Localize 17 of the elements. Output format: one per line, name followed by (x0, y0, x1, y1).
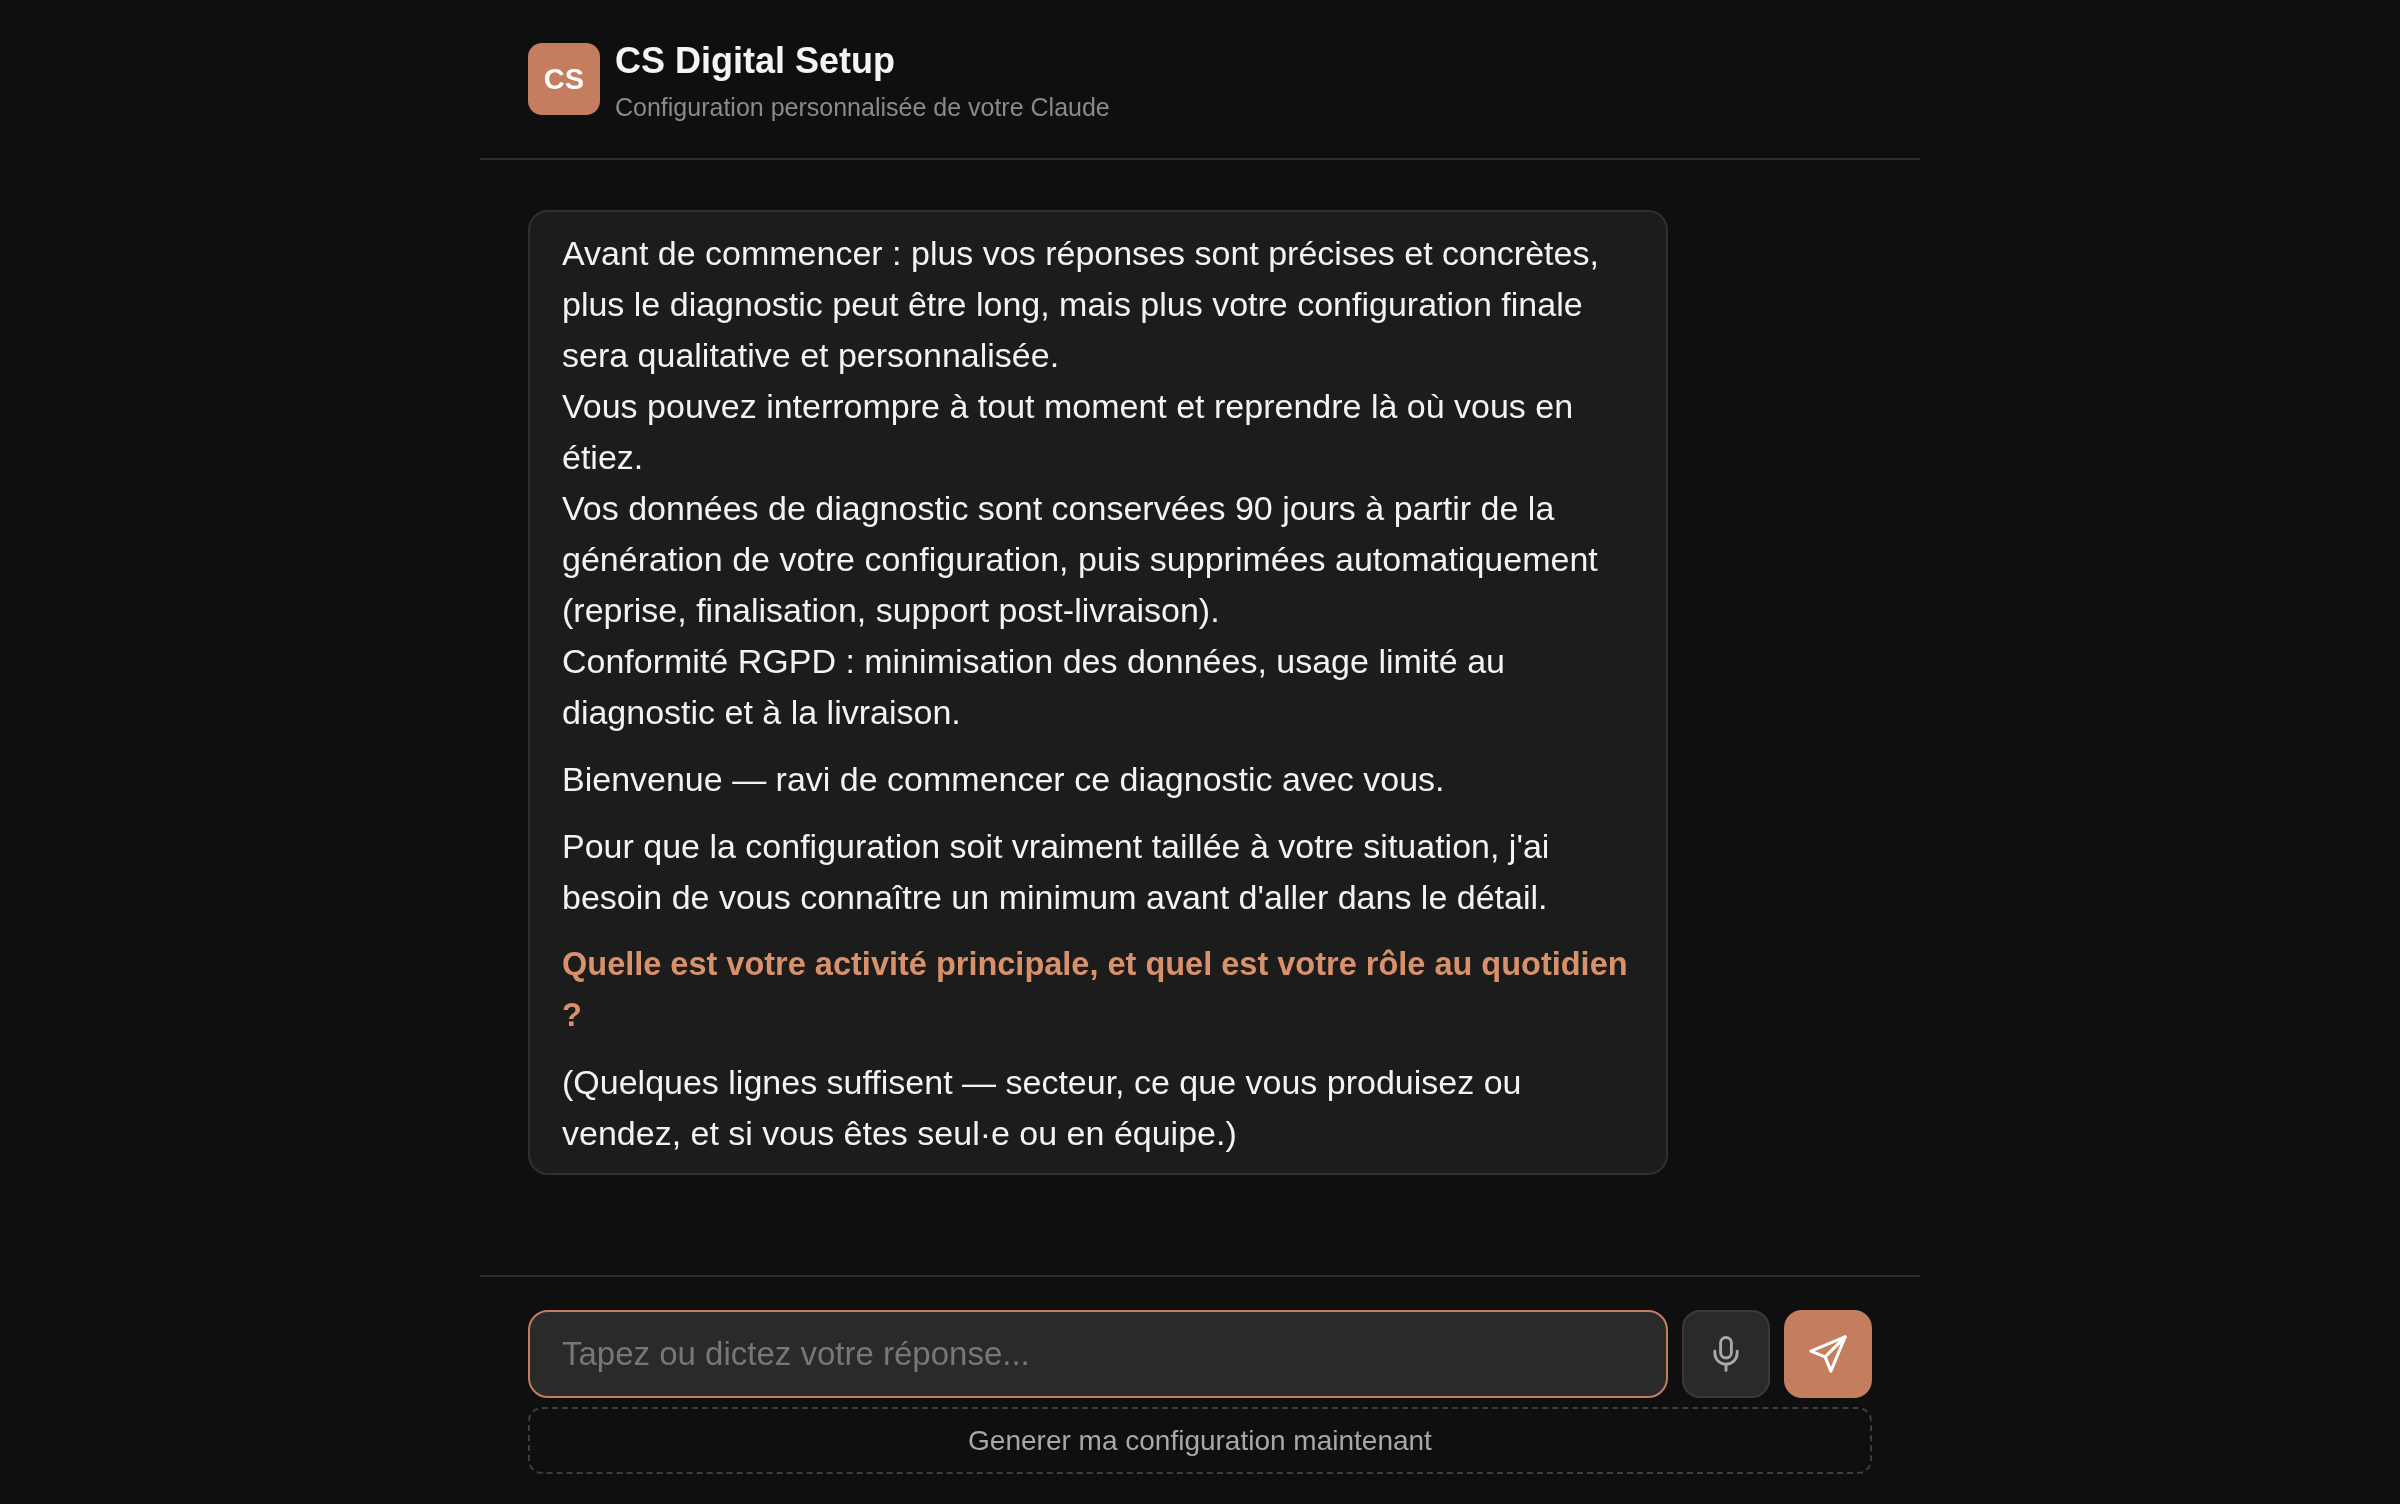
send-icon (1809, 1335, 1847, 1373)
question-text: Quelle est votre activité principale, et quel est votre rôle au quotidien ? (562, 945, 1629, 1035)
message-text: Vous pouvez interrompre à tout moment et reprendre là où vous en étiez. (562, 386, 1575, 478)
app-subtitle: Configuration personnalisée de votre Claude (615, 92, 1110, 122)
app-title: CS Digital Setup (615, 39, 897, 83)
message-text: (Quelques lignes suffisent — secteur, ce que vous produisez ou vendez, et si vous êtes seul·e ou en équipe.) (562, 1062, 1523, 1154)
message-text: Pour que la configuration soit vraiment taillée à votre situation, j'ai besoin de vous connaître un minimum avant d'aller dans le détail. (562, 826, 1551, 918)
answer-input[interactable]: Tapez ou dictez votre réponse... (528, 1310, 1668, 1398)
generate-button[interactable]: Generer ma configuration maintenant (528, 1407, 1872, 1474)
send-button[interactable] (1784, 1310, 1872, 1398)
message-text: Bienvenue — ravi de commencer ce diagnostic avec vous. (562, 759, 1446, 800)
message-text: Vos données de diagnostic sont conservées 90 jours à partir de la génération de votre configuration, puis supprimées automatiquement (reprise, finalisation, support post-livraison). (562, 488, 1599, 631)
message-text: Conformité RGPD : minimisation des données, usage limité au diagnostic et à la livraison. (562, 641, 1506, 733)
microphone-icon (1713, 1336, 1739, 1372)
logo-badge: CS (528, 43, 600, 115)
message-text: Avant de commencer : plus vos réponses sont précises et concrètes, plus le diagnostic peut être long, mais plus votre configuration finale sera qualitative et personnalisée. (562, 233, 1600, 376)
microphone-button[interactable] (1682, 1310, 1770, 1398)
